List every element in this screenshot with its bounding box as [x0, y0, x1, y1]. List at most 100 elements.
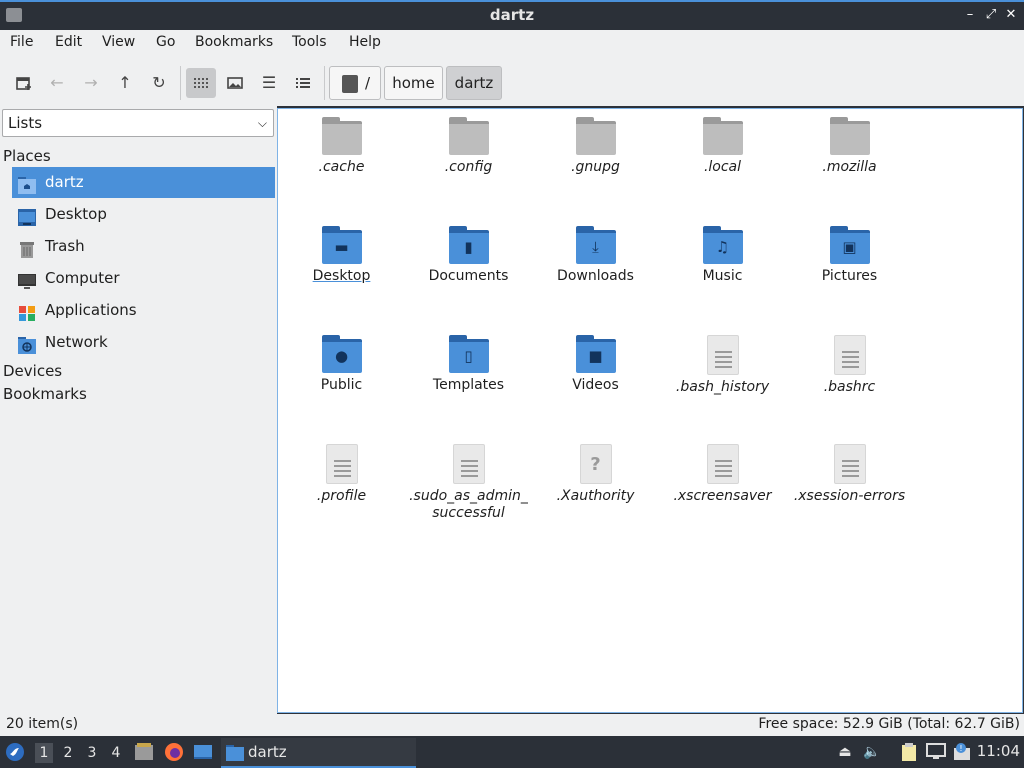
back-button[interactable]: ←: [42, 68, 72, 98]
file-name: .gnupg: [571, 159, 620, 175]
sidebar-item-desktop[interactable]: Desktop: [12, 199, 275, 230]
sidebar-mode-select[interactable]: Lists ⌵: [2, 109, 274, 137]
file-manager-icon: [135, 743, 153, 760]
tray-notifications[interactable]: !: [952, 742, 972, 762]
workspace-1[interactable]: 1: [35, 743, 53, 763]
file-name: .cache: [318, 159, 365, 175]
tray-clipboard[interactable]: [899, 742, 919, 762]
breadcrumb-root-label: /: [365, 74, 371, 92]
arrow-up-icon: ↑: [118, 73, 132, 92]
file-name: Documents: [428, 268, 509, 284]
file-item[interactable]: .bashrc: [786, 335, 913, 396]
tray-eject[interactable]: ⏏: [835, 742, 855, 762]
grid-view-icon: [194, 78, 208, 88]
file-item[interactable]: .config: [405, 117, 532, 176]
sidebar-item-home[interactable]: dartz: [12, 167, 275, 198]
menu-bookmarks[interactable]: Bookmarks: [195, 34, 273, 50]
window-titlebar: dartz – ⤢ ✕: [0, 0, 1024, 30]
taskbar-window-dartz[interactable]: dartz: [221, 738, 416, 768]
icon-view-button[interactable]: [186, 68, 216, 98]
bookmarks-heading[interactable]: Bookmarks: [3, 385, 87, 403]
free-space: Free space: 52.9 GiB (Total: 62.7 GiB): [758, 716, 1020, 732]
breadcrumb-root[interactable]: /: [329, 66, 381, 100]
file-item[interactable]: ? .Xauthority: [532, 444, 659, 505]
tray-network[interactable]: [926, 742, 946, 762]
workspace-2[interactable]: 2: [59, 743, 77, 763]
menu-help[interactable]: Help: [349, 34, 381, 50]
file-item[interactable]: ▮ Documents: [405, 226, 532, 285]
sidebar-item-applications[interactable]: Applications: [12, 295, 275, 326]
file-name: Templates: [432, 377, 505, 393]
file-name: .Xauthority: [556, 488, 635, 504]
file-view[interactable]: .cache .config .gnupg .local .mozilla ▬ …: [277, 108, 1023, 713]
sidebar-item-computer[interactable]: Computer: [12, 263, 275, 294]
file-item[interactable]: ■ Videos: [532, 335, 659, 394]
file-item[interactable]: .bash_history: [659, 335, 786, 396]
home-folder-icon: [18, 174, 36, 194]
compact-view-button[interactable]: ☰: [254, 68, 284, 98]
file-name: .mozilla: [822, 159, 877, 175]
downloads-folder-icon: ⤓: [575, 226, 616, 264]
file-item[interactable]: .local: [659, 117, 786, 176]
minimize-button[interactable]: –: [961, 6, 979, 24]
chevron-down-icon: ⌵: [257, 116, 267, 130]
file-item[interactable]: .xscreensaver: [659, 444, 786, 505]
devices-heading[interactable]: Devices: [3, 362, 62, 380]
up-button[interactable]: ↑: [110, 68, 140, 98]
menu-go[interactable]: Go: [156, 34, 175, 50]
trash-icon: [18, 238, 36, 258]
folder-icon: [226, 745, 244, 761]
file-name: .config: [444, 159, 493, 175]
text-file-icon: [833, 335, 866, 375]
desktop-icon: [18, 206, 36, 226]
places-heading: Places: [3, 147, 51, 165]
documents-folder-icon: ▮: [448, 226, 489, 264]
show-desktop-launcher[interactable]: [193, 742, 213, 762]
file-item[interactable]: ▯ Templates: [405, 335, 532, 394]
file-item[interactable]: ⤓ Downloads: [532, 226, 659, 285]
breadcrumb-home[interactable]: home: [384, 66, 443, 100]
file-item[interactable]: .profile: [278, 444, 405, 505]
file-item[interactable]: .mozilla: [786, 117, 913, 176]
reload-button[interactable]: ↻: [144, 68, 174, 98]
firefox-launcher[interactable]: [164, 742, 184, 762]
file-item[interactable]: .xsession-errors: [786, 444, 913, 505]
window-title: dartz: [489, 6, 535, 24]
workspace-4[interactable]: 4: [107, 743, 125, 763]
forward-button[interactable]: →: [76, 68, 106, 98]
menu-file[interactable]: File: [10, 34, 33, 50]
file-item[interactable]: ▬ Desktop: [278, 226, 405, 285]
breadcrumb-current[interactable]: dartz: [446, 66, 502, 100]
thumbnail-view-button[interactable]: [220, 68, 250, 98]
new-tab-button[interactable]: [9, 68, 39, 98]
file-item[interactable]: ▣ Pictures: [786, 226, 913, 285]
workspace-3[interactable]: 3: [83, 743, 101, 763]
unknown-file-icon: ?: [579, 444, 612, 484]
maximize-button[interactable]: ⤢: [982, 6, 1000, 24]
file-name: .local: [703, 159, 742, 175]
file-item[interactable]: .cache: [278, 117, 405, 176]
sidebar-item-trash[interactable]: Trash: [12, 231, 275, 262]
eject-icon: ⏏: [838, 744, 852, 760]
sidebar-item-label: Computer: [45, 269, 120, 287]
clipboard-icon: [902, 743, 916, 761]
desktop-icon: [194, 745, 212, 759]
close-button[interactable]: ✕: [1002, 6, 1020, 24]
file-name: Public: [320, 377, 363, 393]
arrow-right-icon: →: [84, 73, 98, 92]
menu-tools[interactable]: Tools: [292, 34, 327, 50]
file-item[interactable]: .sudo_as_admin_ successful: [405, 444, 532, 522]
file-item[interactable]: .gnupg: [532, 117, 659, 176]
file-item[interactable]: ♫ Music: [659, 226, 786, 285]
menu-edit[interactable]: Edit: [55, 34, 82, 50]
file-manager-launcher[interactable]: [134, 742, 154, 762]
start-menu-button[interactable]: [5, 742, 25, 762]
file-item[interactable]: ● Public: [278, 335, 405, 394]
detailed-list-view-button[interactable]: [288, 68, 318, 98]
menu-view[interactable]: View: [102, 34, 135, 50]
tray-volume[interactable]: 🔈: [862, 742, 882, 762]
list-detail-icon: [296, 78, 310, 88]
task-label: dartz: [248, 743, 287, 761]
sidebar-item-network[interactable]: Network: [12, 327, 275, 358]
text-file-icon: [452, 444, 485, 484]
